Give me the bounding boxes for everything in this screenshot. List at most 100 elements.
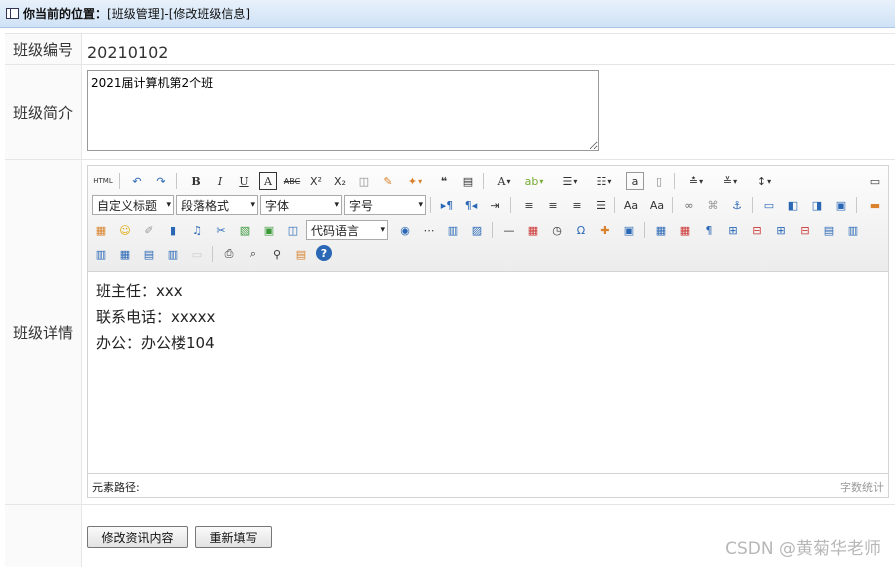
help-icon[interactable]: ? [316,245,332,261]
detail-label: 班级详情 [5,160,82,504]
insert-frame-icon[interactable]: ◫ [284,221,302,239]
insert-image-icon[interactable]: ▬ [866,196,884,214]
search-replace-binoculars-icon[interactable]: ⚲ [268,245,286,263]
reset-button[interactable]: 重新填写 [195,526,272,548]
align-left-icon[interactable]: ≡ [520,196,538,214]
ordered-list-icon[interactable]: ☰ [558,172,582,190]
image-left-icon[interactable]: ◧ [784,196,802,214]
horizontal-rule-icon[interactable]: — [500,221,518,239]
editor-content[interactable]: 班主任：xxx 联系电话：xxxxx 办公：办公楼104 [96,278,215,356]
image-right-icon[interactable]: ◨ [808,196,826,214]
delete-table-icon[interactable]: ▦ [676,221,694,239]
ltr-icon[interactable]: ▸¶ [438,196,456,214]
search-replace-icon[interactable]: ▣ [620,221,638,239]
to-uppercase-icon[interactable]: Aa [622,196,640,214]
format-brush-icon[interactable]: ✎ [379,172,397,190]
breadcrumb: 你当前的位置： [班级管理]-[修改班级信息] [0,0,895,28]
template-icon[interactable]: ▥ [444,221,462,239]
superscript-icon[interactable]: X² [307,172,325,190]
subscript-icon[interactable]: X₂ [331,172,349,190]
strikethrough-icon[interactable]: ABC [283,172,301,190]
to-lowercase-icon[interactable]: Aa [648,196,666,214]
pagebreak-icon[interactable]: ⋯ [420,221,438,239]
undo-icon[interactable]: ↶ [128,172,146,190]
redo-icon[interactable]: ↷ [152,172,170,190]
word-count: 字数统计 [840,481,884,494]
rtl-icon[interactable]: ¶◂ [462,196,480,214]
eraser-icon[interactable]: ◫ [355,172,373,190]
background-icon[interactable]: ▨ [468,221,486,239]
insert-table-icon[interactable]: ▦ [652,221,670,239]
intro-label: 班级简介 [5,65,82,159]
multi-image-icon[interactable]: ▦ [92,221,110,239]
date-icon[interactable]: ▦ [524,221,542,239]
html-source-icon[interactable]: HTML [92,172,114,190]
preview-icon[interactable]: ⌕ [244,245,262,263]
clear-doc-icon[interactable]: ▯ [650,172,668,190]
indent-icon[interactable]: ⇥ [486,196,504,214]
blockquote-icon[interactable]: ❝ [435,172,453,190]
chart-icon[interactable]: ▭ [188,245,206,263]
row-spacing-top-icon[interactable]: ≛ [684,172,708,190]
underline-icon[interactable]: U [235,172,253,190]
insert-col-icon[interactable]: ⊞ [772,221,790,239]
rich-text-editor: HTML ↶ ↷ B I U A ABC X² X₂ ◫ ✎ ✦ ❝ ▤ [87,165,889,498]
italic-icon[interactable]: I [211,172,229,190]
paragraph-format-select[interactable]: 段落格式 [176,195,258,215]
editor-statusbar: 元素路径: 字数统计 [88,473,888,497]
wordimage-icon[interactable]: ✚ [596,221,614,239]
video-icon[interactable]: ▮ [164,221,182,239]
background-color-icon[interactable]: ab [522,172,546,190]
split-to-cells-icon[interactable]: ▦ [116,245,134,263]
image-none-icon[interactable]: ▭ [760,196,778,214]
map-icon[interactable]: ▧ [236,221,254,239]
font-family-select[interactable]: 字体 [260,195,342,215]
class-no-label: 班级编号 [5,34,82,64]
unordered-list-icon[interactable]: ☷ [592,172,616,190]
link-icon[interactable]: ∞ [680,196,698,214]
code-language-select[interactable]: 代码语言 [306,220,388,240]
split-to-rows-icon[interactable]: ▤ [140,245,158,263]
intro-textarea[interactable]: 2021届计算机第2个班 [87,70,599,151]
print-icon[interactable]: ⎙ [220,245,238,263]
special-chars-icon[interactable]: Ω [572,221,590,239]
emotion-icon[interactable]: ☺ [116,221,134,239]
font-color-icon[interactable]: A [492,172,516,190]
delete-col-icon[interactable]: ⊟ [796,221,814,239]
content-line: 办公：办公楼104 [96,334,215,352]
web-app-icon[interactable]: ◉ [396,221,414,239]
font-size-select[interactable]: 字号 [344,195,426,215]
bold-icon[interactable]: B [187,172,205,190]
insert-row-icon[interactable]: ⊞ [724,221,742,239]
music-icon[interactable]: ♫ [188,221,206,239]
gmap-icon[interactable]: ▣ [260,221,278,239]
paste-text-icon[interactable]: ▤ [459,172,477,190]
insert-paragraph-before-table-icon[interactable]: ¶ [700,221,718,239]
submit-button[interactable]: 修改资讯内容 [87,526,188,548]
attachment-icon[interactable]: ✂ [212,221,230,239]
image-center-icon[interactable]: ▣ [832,196,850,214]
line-height-icon[interactable]: ↕ [752,172,776,190]
custom-title-select[interactable]: 自定义标题 [92,195,174,215]
merge-cells-icon[interactable]: ▤ [820,221,838,239]
select-all-icon[interactable]: a [626,172,644,190]
align-center-icon[interactable]: ≡ [544,196,562,214]
split-to-cols-icon[interactable]: ▥ [164,245,182,263]
unlink-icon[interactable]: ⌘ [704,196,722,214]
align-justify-icon[interactable]: ☰ [592,196,610,214]
merge-down-icon[interactable]: ▥ [92,245,110,263]
align-right-icon[interactable]: ≡ [568,196,586,214]
merge-right-icon[interactable]: ▥ [844,221,862,239]
scrawl-icon[interactable]: ✐ [140,221,158,239]
fullscreen-icon[interactable]: ▭ [866,172,884,190]
drafts-icon[interactable]: ▤ [292,245,310,263]
class-no-value: 20210102 [87,43,169,62]
content-line: 班主任：xxx [96,282,183,300]
delete-row-icon[interactable]: ⊟ [748,221,766,239]
anchor-icon[interactable]: ⚓ [728,196,746,214]
element-path: 元素路径: [92,481,140,494]
time-icon[interactable]: ◷ [548,221,566,239]
font-border-icon[interactable]: A [259,172,277,190]
auto-format-icon[interactable]: ✦ [403,172,427,190]
row-spacing-bottom-icon[interactable]: ≚ [718,172,742,190]
